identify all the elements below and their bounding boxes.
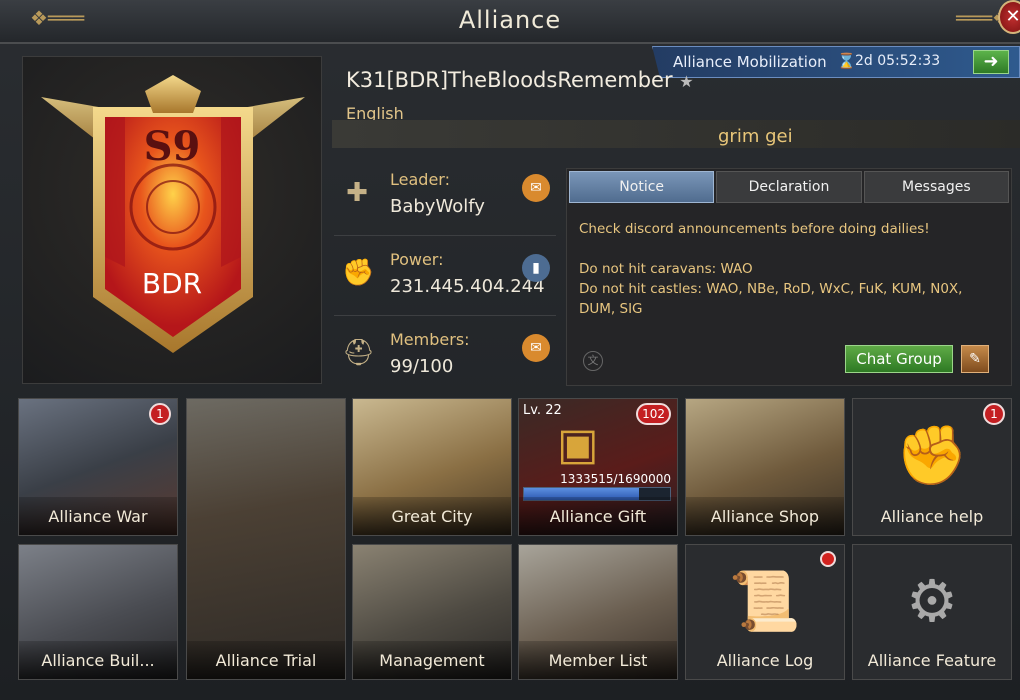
alliance-window: ❖═══ Alliance ═══❖ ✕ Alliance Mobilizati… [0,0,1020,700]
tab-notice[interactable]: Notice [569,171,715,203]
card-label: Alliance Shop [686,497,844,535]
notification-badge: 102 [636,403,671,425]
nickname-bar [332,120,1020,148]
power-stat: ✊ Power: 231.445.404.244 ▮ [334,240,556,316]
alliance-name: K31[BDR]TheBloodsRemember ★ [346,68,694,92]
tab-messages[interactable]: Messages [863,171,1009,203]
gift-level: Lv. 22 [523,403,562,418]
card-label: Alliance War [19,497,177,535]
favorite-star-icon[interactable]: ★ [679,72,693,91]
mail-icon: ✉ [530,180,542,196]
alliance-emblem[interactable]: S9 BDR [22,56,322,384]
card-label: Alliance Log [716,651,814,670]
gift-progress-text: 1333515/1690000 [560,472,671,486]
bar-chart-icon: ▮ [532,260,540,276]
chat-group-button[interactable]: Chat Group [845,345,953,373]
card-label: Alliance Gift [519,497,677,535]
leader-value: BabyWolfy [390,196,485,217]
card-label: Alliance Buil... [19,641,177,679]
members-value: 99/100 [390,356,454,377]
power-value: 231.445.404.244 [390,276,545,297]
close-button[interactable]: ✕ [998,0,1020,34]
alliance-name-block: K31[BDR]TheBloodsRemember ★ English grim… [332,56,1020,148]
translate-icon[interactable]: 文 [583,351,603,371]
card-label: Management [353,641,511,679]
notice-panel: Notice Declaration Messages Check discor… [566,168,1012,386]
leader-cross-icon: ✚ [346,178,368,208]
quill-icon: ✎ [969,351,981,367]
great-city-card[interactable]: Great City [352,398,512,536]
leader-stat: ✚ Leader: BabyWolfy ✉ [334,160,556,236]
mail-members-button[interactable]: ✉ [522,334,550,362]
mail-leader-button[interactable]: ✉ [522,174,550,202]
treasure-chest-icon: ▣ [557,419,599,470]
alliance-buildings-card[interactable]: Alliance Buil... [18,544,178,680]
title-bar: ❖═══ Alliance ═══❖ ✕ [0,0,1020,44]
banner-emblem-icon [41,75,305,353]
scroll-icon: 📜 [728,567,802,635]
card-label: Alliance help [880,507,984,526]
season-label: S9 [143,123,201,170]
notice-tabs: Notice Declaration Messages [569,171,1009,203]
alliance-shop-card[interactable]: Alliance Shop [685,398,845,536]
alliance-feature-card[interactable]: ⚙ Alliance Feature [852,544,1012,680]
leader-label: Leader: [390,170,450,189]
alliance-war-card[interactable]: 1 Alliance War [18,398,178,536]
notification-badge: 1 [149,403,171,425]
alliance-trial-card[interactable]: Alliance Trial [186,398,346,680]
edit-notice-button[interactable]: ✎ [961,345,989,373]
management-card[interactable]: Management [352,544,512,680]
banner-gear-icon: ⚙ [906,567,958,635]
card-label: Alliance Feature [867,651,997,670]
alliance-gift-card[interactable]: Lv. 22 102 ▣ 1333515/1690000 Alliance Gi… [518,398,678,536]
power-ranking-button[interactable]: ▮ [522,254,550,282]
notice-line [579,239,999,259]
mail-icon: ✉ [530,340,542,356]
member-list-card[interactable]: Member List [518,544,678,680]
notice-line: Do not hit castles: WAO, NBe, RoD, WxC, … [579,281,963,317]
alliance-log-card[interactable]: 📜 Alliance Log [685,544,845,680]
tab-declaration[interactable]: Declaration [716,171,862,203]
members-stat: ⛑ Members: 99/100 ✉ [334,320,556,396]
window-title: Alliance [458,6,562,34]
notification-dot [820,551,836,567]
alliance-nickname: grim gei [718,126,793,147]
fist-icon: ✊ [342,258,375,288]
helmet-icon: ⛑ [342,338,376,368]
notice-line: Check discord announcements before doing… [579,221,930,237]
alliance-tag: BDR [141,267,203,300]
card-label: Alliance Trial [187,641,345,679]
notice-text: Check discord announcements before doing… [579,219,999,319]
handshake-icon: ✊ [895,421,969,489]
notice-line: Do not hit caravans: WAO [579,261,753,277]
feature-grid: 1 Alliance War Alliance Trial Great City… [18,398,1018,698]
card-label: Member List [519,641,677,679]
card-label: Great City [353,497,511,535]
power-label: Power: [390,250,444,269]
alliance-help-card[interactable]: 1 ✊ Alliance help [852,398,1012,536]
members-label: Members: [390,330,470,349]
